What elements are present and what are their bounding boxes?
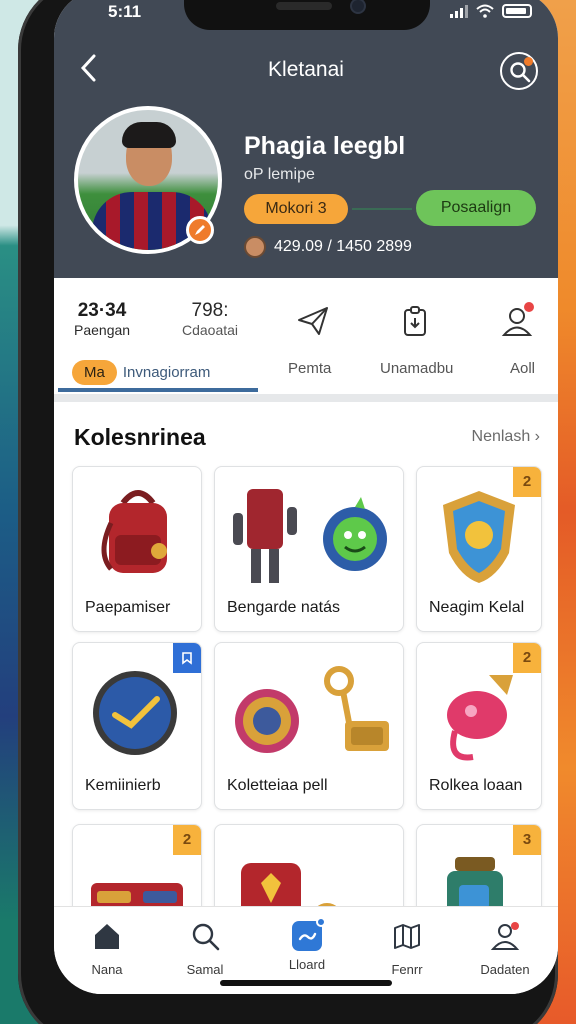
avatar-edit-badge[interactable]	[186, 216, 214, 244]
section-divider	[54, 394, 558, 402]
item-card[interactable]: 2 Rolkea loaan	[416, 642, 542, 810]
see-all-label: Nenlash	[471, 428, 531, 445]
profile-header: 5:11 Kletanai Phagia leegbl oP lemipe Mo…	[54, 0, 558, 278]
nav-label: Lloard	[288, 957, 326, 972]
clipboard-button[interactable]	[398, 304, 432, 338]
nav-home[interactable]: Nana	[72, 921, 142, 977]
phone-frame: 5:11 Kletanai Phagia leegbl oP lemipe Mo…	[18, 0, 558, 1024]
level-badge: Mokori 3	[244, 194, 348, 224]
item-label: Bengarde natás	[227, 599, 340, 616]
level-connector	[352, 208, 412, 210]
clipboard-icon	[404, 306, 426, 336]
chat-icon	[292, 917, 326, 951]
search-button[interactable]	[500, 52, 538, 90]
tab-bar: Ma Invnagiorram Pemta Unamadbu Aoll	[54, 348, 558, 394]
paper-plane-icon	[298, 307, 328, 335]
friends-button[interactable]	[500, 302, 534, 338]
tab-unamadbu[interactable]: Unamadbu	[380, 360, 453, 377]
home-indicator[interactable]	[220, 980, 392, 986]
wifi-icon	[476, 4, 494, 18]
tab-pemta[interactable]: Pemta	[288, 360, 331, 377]
stat-value: 23·34	[77, 300, 127, 321]
send-button[interactable]	[296, 304, 330, 338]
amulet-icon	[235, 689, 299, 753]
item-label: Neagim Kelal	[429, 599, 525, 616]
stat-label: Cdaoatai	[182, 322, 239, 338]
monster-icon	[323, 497, 387, 571]
notification-dot	[524, 302, 534, 312]
character-icon	[233, 489, 297, 583]
stat-block-2[interactable]: 798: Cdaoatai	[182, 300, 238, 338]
stat-block-1[interactable]: 23·34 Paengan	[74, 300, 130, 338]
item-label: Rolkea loaan	[429, 777, 523, 794]
app-screen: 5:11 Kletanai Phagia leegbl oP lemipe Mo…	[54, 0, 558, 994]
tab-inventory[interactable]: Ma Invnagiorram	[72, 360, 210, 385]
nav-search[interactable]: Samal	[170, 921, 240, 977]
shield-icon	[443, 491, 515, 583]
coin-icon	[244, 236, 266, 258]
chevron-right-icon: ›	[534, 428, 540, 445]
item-card[interactable]: 2 Neagim Kelal	[416, 466, 542, 632]
tab-badge: Ma	[72, 360, 117, 385]
status-time: 5:11	[108, 2, 142, 21]
stat-label: Paengan	[74, 322, 131, 338]
nav-label: Samal	[186, 962, 224, 977]
item-label: Kemiinierb	[85, 777, 161, 794]
round-shield-icon	[93, 671, 177, 755]
backpack-icon	[101, 490, 167, 573]
potion-icon	[447, 675, 513, 761]
item-card[interactable]: Koletteiaa pell	[214, 642, 404, 810]
nav-label: Dadaten	[480, 962, 530, 977]
item-label: Koletteiaa pell	[227, 777, 328, 794]
nav-map[interactable]: Fenrr	[372, 921, 442, 977]
item-card[interactable]: Bengarde natás	[214, 466, 404, 632]
item-card[interactable]: Kemiinierb	[72, 642, 202, 810]
section-title: Kolesnrinea	[74, 424, 206, 450]
bookmark-icon	[182, 652, 192, 665]
nav-board[interactable]: Lloard	[272, 917, 342, 972]
tab-label: Invnagiorram	[122, 364, 211, 381]
status-icons	[450, 4, 532, 18]
page-title: Kletanai	[268, 58, 344, 81]
see-all-link[interactable]: Nenlash ›	[472, 428, 540, 446]
profile-name: Phagia leegbl	[244, 132, 406, 160]
item-card[interactable]: Paepamiser	[72, 466, 202, 632]
nav-label: Fenrr	[391, 962, 423, 977]
nav-profile[interactable]: Dadaten	[470, 921, 540, 977]
signal-icon	[450, 4, 468, 18]
count-badge: 3	[513, 825, 541, 855]
notification-dot	[524, 57, 533, 66]
map-icon	[394, 924, 420, 949]
nav-label: Nana	[91, 962, 123, 977]
profile-subtitle: oP lemipe	[244, 166, 315, 183]
active-tab-indicator	[58, 388, 258, 392]
edit-icon	[195, 225, 205, 235]
key-icon	[324, 666, 389, 751]
tab-aoll[interactable]: Aoll	[510, 360, 535, 377]
stat-value: 798:	[191, 300, 229, 321]
battery-icon	[502, 4, 532, 18]
count-badge: 2	[173, 825, 201, 855]
search-icon	[192, 923, 220, 951]
profile-icon	[490, 922, 520, 950]
primary-action-button[interactable]: Posaalign	[416, 190, 536, 226]
notch	[184, 0, 430, 30]
profile-stats: 429.09 / 1450 2899	[274, 238, 412, 255]
home-icon	[95, 924, 119, 949]
stats-tabs-panel: 23·34 Paengan 798: Cdaoatai Ma Invnagior…	[54, 278, 558, 402]
item-label: Paepamiser	[85, 599, 171, 616]
